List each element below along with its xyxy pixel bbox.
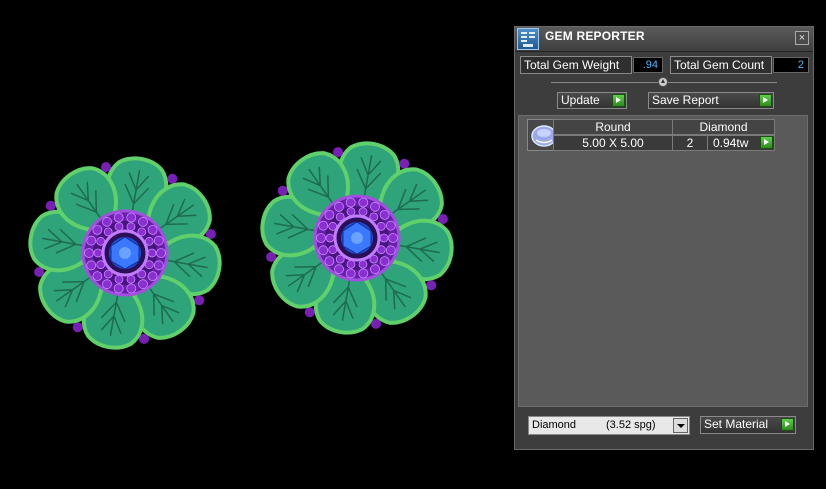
green-arrow-icon (781, 418, 794, 431)
flower-earring-left (28, 156, 222, 350)
3d-viewport[interactable] (0, 0, 510, 489)
gem-count-cell: 2 (672, 135, 708, 151)
save-report-button[interactable]: Save Report (648, 92, 774, 109)
total-gem-count-value: 2 (773, 57, 809, 73)
material-dropdown[interactable]: Diamond (3.52 spg) (528, 416, 690, 435)
gem-weight-cell: 0.94tw (707, 135, 775, 151)
update-button-label: Update (561, 93, 600, 107)
column-header-material: Diamond (672, 119, 775, 135)
chevron-down-icon[interactable] (673, 418, 688, 433)
save-report-button-label: Save Report (652, 93, 719, 107)
gem-reporter-app-icon (517, 28, 539, 50)
green-arrow-icon (612, 94, 625, 107)
gem-size-cell: 5.00 X 5.00 (553, 135, 673, 151)
flower-earring-right (260, 141, 454, 335)
title-bar[interactable]: GEM REPORTER × (515, 27, 813, 52)
set-material-button[interactable]: Set Material (700, 416, 796, 434)
gem-list[interactable]: Round Diamond 5.00 X 5.00 2 0.94tw (518, 115, 808, 407)
panel-splitter-handle[interactable] (658, 77, 668, 87)
set-material-button-label: Set Material (704, 417, 769, 431)
total-gem-weight-label: Total Gem Weight (520, 56, 632, 74)
material-name: Diamond (532, 419, 577, 431)
gem-weight-value: 0.94tw (713, 136, 749, 150)
green-arrow-icon (759, 94, 772, 107)
material-density: (3.52 spg) (606, 419, 656, 431)
window-title: GEM REPORTER (545, 29, 645, 43)
green-arrow-icon[interactable] (760, 136, 773, 149)
update-button[interactable]: Update (557, 92, 627, 109)
gem-reporter-panel: GEM REPORTER × Total Gem Weight .94 Tota… (514, 26, 814, 450)
total-gem-count-label: Total Gem Count (670, 56, 772, 74)
close-icon[interactable]: × (795, 31, 809, 45)
column-header-shape: Round (553, 119, 673, 135)
total-gem-weight-value: .94 (633, 57, 663, 73)
